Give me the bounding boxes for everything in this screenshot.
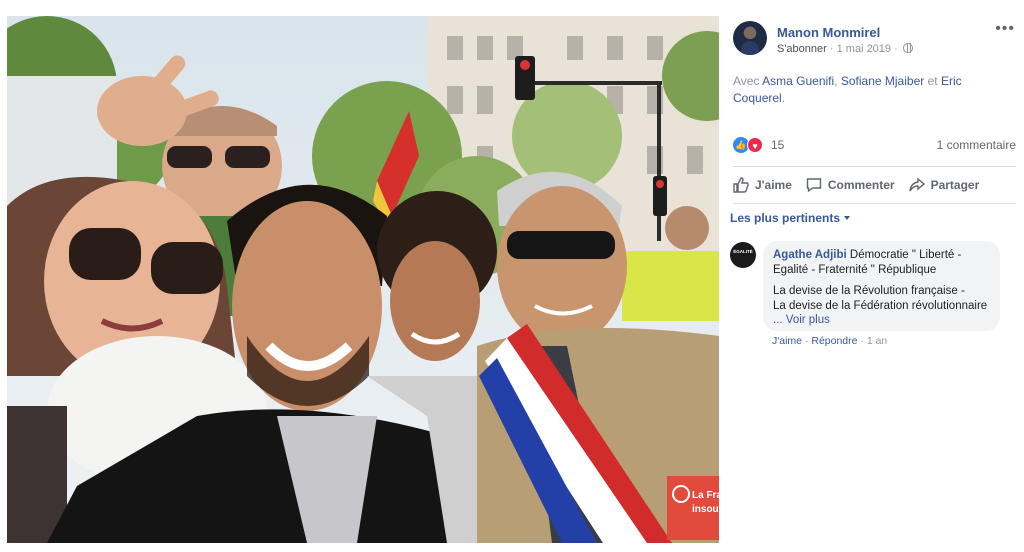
comment-line-2: Egalité - Fraternité " République: [773, 264, 937, 276]
divider: [733, 166, 1016, 167]
share-button[interactable]: Partager: [908, 174, 980, 196]
comment-icon: [806, 178, 822, 193]
share-icon: [908, 177, 925, 192]
tagged-person-1[interactable]: Asma Guenifi: [762, 74, 834, 88]
comment-count[interactable]: 1 commentaire: [937, 138, 1016, 152]
see-more-link[interactable]: ... Voir plus: [773, 314, 990, 326]
like-label: J'aime: [755, 178, 792, 192]
subscribe-link[interactable]: S'abonner: [777, 43, 827, 55]
reaction-count: 15: [771, 138, 785, 152]
tagged-person-2[interactable]: Sofiane Mjaiber: [841, 74, 924, 88]
post-side-panel: Manon Monmirel S'abonner · 1 mai 2019 · …: [724, 16, 1024, 543]
caret-down-icon: [844, 216, 851, 220]
post-photo[interactable]: La Fra insoum: [7, 16, 719, 543]
comment-reply-link[interactable]: Répondre: [811, 335, 857, 347]
comment-time[interactable]: 1 an: [867, 335, 887, 347]
comment-button[interactable]: Commenter: [806, 174, 895, 196]
share-label: Partager: [930, 178, 980, 192]
comment-body-2: La devise de la Fédération révolutionnai…: [773, 300, 988, 312]
comment-line-1: Démocratie " Liberté -: [849, 249, 962, 261]
commenter-avatar-text: ÉGALITÉ: [733, 249, 753, 254]
separator-dot: ·: [804, 335, 809, 347]
comment-actions: J'aime · Répondre · 1 an: [772, 335, 887, 347]
post-meta: S'abonner · 1 mai 2019 ·: [777, 43, 913, 55]
divider: [733, 203, 1016, 204]
with-prefix: Avec: [733, 74, 760, 88]
author-avatar[interactable]: [733, 21, 767, 55]
author-name[interactable]: Manon Monmirel: [777, 25, 880, 40]
tagged-people: Avec Asma Guenifi, Sofiane Mjaiber et Er…: [733, 73, 1013, 107]
selfie-illustration: La Fra insoum: [7, 16, 719, 543]
separator: ,: [834, 74, 838, 88]
badge-text-1: La Fra: [692, 490, 719, 501]
like-button[interactable]: J'aime: [733, 174, 792, 196]
commenter-avatar[interactable]: ÉGALITÉ: [730, 242, 756, 268]
globe-icon: [902, 43, 913, 53]
period: .: [781, 91, 786, 105]
thumb-up-icon: [733, 177, 749, 193]
comment-sort-label: Les plus pertinents: [730, 211, 841, 225]
comment-like-link[interactable]: J'aime: [772, 335, 802, 347]
love-reaction-icon: ♥: [747, 137, 763, 153]
comment-body-1: La devise de la Révolution française -: [773, 285, 965, 297]
comment-label: Commenter: [827, 178, 895, 192]
reaction-summary[interactable]: 👍 ♥ 15: [733, 136, 784, 154]
comment-sort-dropdown[interactable]: Les plus pertinents: [730, 211, 851, 225]
more-options-icon[interactable]: •••: [995, 21, 1015, 37]
comment-bubble: Agathe Adjibi Démocratie " Liberté - Ega…: [763, 241, 1000, 331]
action-bar: J'aime Commenter Partager: [733, 174, 1015, 196]
separator-dot: ·: [860, 335, 864, 347]
commenter-name[interactable]: Agathe Adjibi: [773, 249, 847, 261]
post-date[interactable]: 1 mai 2019: [837, 43, 891, 55]
conjunction: et: [927, 74, 938, 88]
badge-text-2: insoum: [692, 504, 719, 515]
